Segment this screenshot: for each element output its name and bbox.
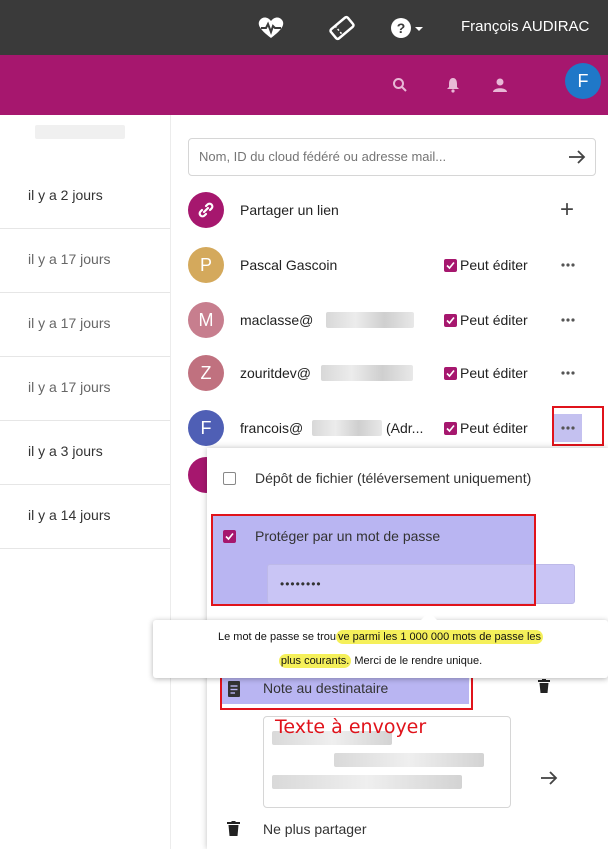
more-options-icon[interactable] xyxy=(558,255,578,275)
permission-label: Peut éditer xyxy=(460,420,528,436)
modified-date: il y a 14 jours xyxy=(28,507,111,523)
share-name: zouritdev@ xyxy=(240,365,312,381)
permission-toggle[interactable]: Peut éditer xyxy=(444,420,528,436)
modified-date: il y a 2 jours xyxy=(28,187,103,203)
tooltip-caret xyxy=(421,612,437,620)
avatar: M xyxy=(188,302,224,338)
modified-date: il y a 3 jours xyxy=(28,443,103,459)
link-icon xyxy=(188,192,224,228)
modified-date: il y a 17 jours xyxy=(28,379,111,395)
heartbeat-icon[interactable] xyxy=(256,14,286,42)
tooltip-line: plus courants. Merci de le rendre unique… xyxy=(153,654,608,668)
share-name: Pascal Gascoin xyxy=(240,257,338,273)
ticket-icon[interactable] xyxy=(327,14,357,42)
redacted-text xyxy=(272,775,462,789)
share-name: francois@ xyxy=(240,420,304,436)
file-row[interactable]: il y a 14 jours xyxy=(0,485,170,549)
permission-toggle[interactable]: Peut éditer xyxy=(444,257,528,273)
permission-label: Peut éditer xyxy=(460,312,528,328)
share-search xyxy=(188,138,596,176)
redacted-text xyxy=(326,312,414,328)
file-row[interactable]: il y a 2 jours xyxy=(0,165,170,229)
permission-label: Peut éditer xyxy=(460,257,528,273)
annotation-text: Texte à envoyer xyxy=(275,716,427,738)
contacts-icon[interactable] xyxy=(488,73,512,97)
tooltip-highlight: plus courants. xyxy=(278,654,352,668)
file-row[interactable]: il y a 17 jours xyxy=(0,293,170,357)
faded-row-text xyxy=(35,125,125,139)
modified-date: il y a 17 jours xyxy=(28,251,111,267)
app-header: F xyxy=(0,55,608,115)
more-options-icon[interactable] xyxy=(558,363,578,383)
trash-icon[interactable] xyxy=(538,679,550,698)
submit-note-arrow-icon[interactable] xyxy=(539,768,559,793)
share-name: maclasse@ xyxy=(240,312,314,328)
redacted-text xyxy=(312,420,382,436)
modified-date: il y a 17 jours xyxy=(28,315,111,331)
annotation-box xyxy=(552,406,604,446)
share-entry: P Pascal Gascoin Peut éditer xyxy=(188,245,608,285)
share-search-input[interactable] xyxy=(199,149,539,164)
avatar: P xyxy=(188,247,224,283)
file-row[interactable]: il y a 3 jours xyxy=(0,421,170,485)
search-icon[interactable] xyxy=(388,73,412,97)
permission-label: Peut éditer xyxy=(460,365,528,381)
share-name-suffix: (Adr... xyxy=(386,420,424,436)
file-drop-label[interactable]: Dépôt de fichier (téléversement uniqueme… xyxy=(255,470,531,486)
bell-icon[interactable] xyxy=(441,73,465,97)
more-options-icon[interactable] xyxy=(558,310,578,330)
share-entry: M maclasse@ Peut éditer xyxy=(188,300,608,340)
plus-icon[interactable]: + xyxy=(560,196,574,224)
share-link-label[interactable]: Partager un lien xyxy=(240,202,339,218)
file-list: il y a 2 jours il y a 17 jours il y a 17… xyxy=(0,115,170,849)
redacted-text xyxy=(334,753,484,767)
password-warning-tooltip: Le mot de passe se trou ve parmi les 1 00… xyxy=(153,612,608,678)
trash-icon xyxy=(227,821,240,841)
share-entry: Z zouritdev@ Peut éditer xyxy=(188,353,608,393)
share-entry: F francois@ (Adr... Peut éditer xyxy=(188,408,608,448)
permission-toggle[interactable]: Peut éditer xyxy=(444,312,528,328)
submit-arrow-icon[interactable] xyxy=(567,146,587,173)
annotation-box xyxy=(211,514,536,606)
permission-toggle[interactable]: Peut éditer xyxy=(444,365,528,381)
sidebar-divider xyxy=(170,115,171,849)
tooltip-line: Le mot de passe se trou ve parmi les 1 00… xyxy=(153,630,608,644)
file-row[interactable]: il y a 17 jours xyxy=(0,357,170,421)
checkbox-checked-icon[interactable] xyxy=(444,258,457,272)
share-link-row: Partager un lien + xyxy=(188,190,608,230)
unshare-label[interactable]: Ne plus partager xyxy=(263,821,367,837)
checkbox-checked-icon[interactable] xyxy=(444,421,457,435)
file-row[interactable]: il y a 17 jours xyxy=(0,229,170,293)
avatar: F xyxy=(188,410,224,446)
user-avatar[interactable]: F xyxy=(565,63,601,99)
redacted-text xyxy=(321,365,413,381)
tooltip-text: Le mot de passe se trou xyxy=(217,631,336,643)
top-bar: ? François AUDIRAC xyxy=(0,0,608,55)
file-drop-checkbox[interactable] xyxy=(223,472,236,485)
checkbox-checked-icon[interactable] xyxy=(444,313,457,327)
help-icon[interactable]: ? xyxy=(388,14,428,42)
annotation-box xyxy=(220,674,473,710)
checkbox-checked-icon[interactable] xyxy=(444,366,457,380)
svg-text:?: ? xyxy=(397,20,406,36)
tooltip-text: Merci de le rendre unique. xyxy=(351,655,483,667)
avatar: Z xyxy=(188,355,224,391)
tooltip-highlight: ve parmi les 1 000 000 mots de passe les xyxy=(336,630,544,644)
user-name[interactable]: François AUDIRAC xyxy=(461,18,589,35)
